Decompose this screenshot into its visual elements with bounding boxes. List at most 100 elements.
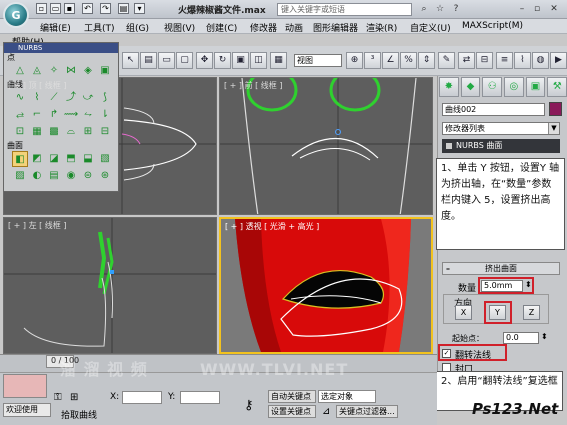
axis-x-button[interactable]: X: [455, 305, 472, 320]
point-icon[interactable]: △: [12, 63, 28, 79]
point-curve-icon[interactable]: ⌇: [29, 90, 45, 106]
blend-surface-icon[interactable]: ⬓: [80, 151, 96, 167]
object-color-swatch[interactable]: [549, 102, 562, 116]
offset-curve-icon[interactable]: ⟆: [97, 90, 113, 106]
menu-rendering[interactable]: 渲染(R): [366, 21, 397, 34]
reference-coord-icon[interactable]: ▦: [270, 52, 287, 69]
move-icon[interactable]: ✥: [196, 52, 213, 69]
snap-icon[interactable]: ³: [364, 52, 381, 69]
redo-icon[interactable]: ↷: [100, 3, 111, 14]
mirror-icon[interactable]: ⇄: [458, 52, 475, 69]
curve-editor-icon[interactable]: ⌇: [514, 52, 531, 69]
cv-surface-icon[interactable]: ◩: [29, 151, 45, 167]
axis-z-button[interactable]: Z: [523, 305, 540, 320]
pivot-icon[interactable]: ⊕: [346, 52, 363, 69]
object-name-field[interactable]: 曲线002: [442, 103, 545, 116]
select-icon[interactable]: ↖: [122, 52, 139, 69]
lock-icon[interactable]: ⚿: [54, 392, 62, 403]
named-selection-icon[interactable]: ✎: [438, 52, 455, 69]
blend-curve-icon[interactable]: ⤻: [80, 90, 96, 106]
menu-tools[interactable]: 工具(T): [84, 21, 115, 34]
percent-snap-icon[interactable]: %: [400, 52, 417, 69]
curve-point-icon[interactable]: ✧: [46, 63, 62, 79]
help-icon[interactable]: ?: [450, 3, 462, 15]
mirror-curve-icon[interactable]: ⥄: [12, 107, 28, 123]
close-icon[interactable]: ✕: [548, 3, 560, 15]
x-coord-field[interactable]: [122, 391, 162, 404]
material-editor-icon[interactable]: ◍: [532, 52, 549, 69]
menu-animation[interactable]: 动画: [285, 21, 303, 34]
menu-graph-editors[interactable]: 图形编辑器: [313, 21, 358, 34]
surface-edge-curve-icon[interactable]: ⟿: [63, 107, 79, 123]
modify-tab-icon[interactable]: ◆: [460, 77, 481, 97]
dropdown-icon[interactable]: ▾: [134, 3, 145, 14]
display-tab-icon[interactable]: ▣: [525, 77, 546, 97]
project-icon[interactable]: ▤: [118, 3, 129, 14]
start-spinner-arrows-icon[interactable]: ⬍: [541, 332, 548, 341]
minimize-icon[interactable]: –: [516, 3, 528, 15]
menu-edit[interactable]: 编辑(E): [40, 21, 71, 34]
auto-key-button[interactable]: 自动关键点: [268, 390, 316, 403]
surface-u-iso-icon[interactable]: ⊞: [80, 124, 96, 140]
restore-icon[interactable]: ▫: [531, 3, 543, 15]
uv-loft-icon[interactable]: ⊛: [97, 168, 113, 184]
viewport-front[interactable]: [ + ] 前 [ 线框 ]: [219, 77, 433, 215]
align-icon[interactable]: ⊟: [476, 52, 493, 69]
star-icon[interactable]: ☆: [434, 3, 446, 15]
menu-modifiers[interactable]: 修改器: [250, 21, 277, 34]
transform-surface-icon[interactable]: ⬒: [63, 151, 79, 167]
mirror-surface-icon[interactable]: ▨: [12, 168, 28, 184]
region-select-icon[interactable]: ▭: [158, 52, 175, 69]
surface-curve-point-icon[interactable]: ▣: [97, 63, 113, 79]
cv-on-surface-icon[interactable]: ▦: [29, 124, 45, 140]
point-on-surface-icon[interactable]: ▩: [46, 124, 62, 140]
menu-create[interactable]: 创建(C): [206, 21, 237, 34]
menu-group[interactable]: 组(G): [126, 21, 149, 34]
start-point-spinner[interactable]: 0.0: [503, 332, 539, 344]
search-input[interactable]: 键入关键字或短语: [277, 3, 412, 16]
open-file-icon[interactable]: ▭: [50, 3, 61, 14]
lathe-surface-icon[interactable]: ◐: [29, 168, 45, 184]
rotate-icon[interactable]: ↻: [214, 52, 231, 69]
scale-icon[interactable]: ▣: [232, 52, 249, 69]
motion-tab-icon[interactable]: ◎: [504, 77, 524, 97]
cv-curve-icon[interactable]: ∿: [12, 90, 28, 106]
reference-coord-select[interactable]: 视图: [294, 54, 342, 67]
hierarchy-tab-icon[interactable]: ⚇: [482, 77, 503, 97]
key-filters-button[interactable]: 关键点过滤器...: [336, 405, 398, 418]
fillet-curve-icon[interactable]: ↱: [46, 107, 62, 123]
extrude-surface-icon[interactable]: ◧: [12, 151, 28, 167]
fit-curve-icon[interactable]: ⟋: [46, 90, 62, 106]
modifier-list-dropdown[interactable]: 修改器列表 ▼: [442, 122, 560, 135]
new-file-icon[interactable]: ▫: [36, 3, 47, 14]
undo-icon[interactable]: ↶: [82, 3, 93, 14]
curve-curve-point-icon[interactable]: ⋈: [63, 63, 79, 79]
scale-type-icon[interactable]: ◫: [250, 52, 267, 69]
y-coord-field[interactable]: [180, 391, 220, 404]
spinner-snap-icon[interactable]: ⇕: [418, 52, 435, 69]
surface-point-icon[interactable]: ◈: [80, 63, 96, 79]
render-icon[interactable]: ▶: [550, 52, 567, 69]
create-tab-icon[interactable]: ✸: [439, 77, 459, 97]
key-icon[interactable]: ⚷: [244, 398, 254, 413]
maxscript-listener[interactable]: [3, 374, 47, 398]
selected-dropdown[interactable]: 选定对象: [318, 390, 376, 403]
transform-curve-icon[interactable]: ⤴: [63, 90, 79, 106]
binoculars-icon[interactable]: ⌕: [418, 3, 430, 15]
offset-surface-icon[interactable]: ▧: [97, 151, 113, 167]
surface-offset-curve-icon[interactable]: ⌓: [63, 124, 79, 140]
window-crossing-icon[interactable]: ▢: [176, 52, 193, 69]
vector-projected-curve-icon[interactable]: ⊡: [12, 124, 28, 140]
extrude-surface-rollout[interactable]: – 挤出曲面: [442, 262, 560, 275]
select-by-name-icon[interactable]: ▤: [140, 52, 157, 69]
normal-projected-curve-icon[interactable]: ⇂: [97, 107, 113, 123]
iso-curve-icon[interactable]: ⥊: [80, 107, 96, 123]
chamfer-curve-icon[interactable]: ⌐: [29, 107, 45, 123]
menu-views[interactable]: 视图(V): [164, 21, 195, 34]
viewport-left[interactable]: [ + ] 左 [ 线框 ]: [3, 217, 217, 354]
app-logo[interactable]: G: [3, 2, 29, 28]
set-key-button[interactable]: 设置关键点: [268, 405, 316, 418]
filter-icon[interactable]: ⊿: [322, 406, 330, 417]
viewport-perspective[interactable]: [ + ] 透视 [ 光滑 + 高光 ]: [219, 217, 433, 354]
menu-maxscript[interactable]: MAXScript(M): [462, 21, 523, 31]
